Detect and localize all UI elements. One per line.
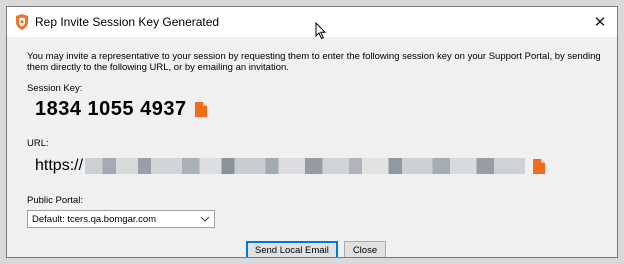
app-shield-icon <box>15 14 29 30</box>
copy-session-key-icon[interactable] <box>194 101 207 117</box>
rep-invite-dialog: Rep Invite Session Key Generated ✕ You m… <box>6 6 618 258</box>
url-value: https:// <box>35 157 84 174</box>
window-title: Rep Invite Session Key Generated <box>35 15 220 29</box>
close-button[interactable]: Close <box>343 241 387 257</box>
title-bar: Rep Invite Session Key Generated ✕ <box>7 7 617 40</box>
close-window-button[interactable]: ✕ <box>589 11 611 33</box>
url-row: https:// <box>27 155 597 177</box>
copy-url-icon[interactable] <box>533 158 546 174</box>
chevron-down-icon <box>200 214 210 224</box>
public-portal-label: Public Portal: <box>27 195 83 206</box>
button-bar: Send Local Email Close <box>7 241 617 257</box>
send-local-email-button[interactable]: Send Local Email <box>245 241 338 257</box>
intro-text: You may invite a representative to your … <box>27 51 601 73</box>
session-key-row: 1834 1055 4937 <box>27 96 597 122</box>
public-portal-select[interactable]: Default: tcers.qa.bomgar.com <box>27 210 215 228</box>
session-key-label: Session Key: <box>27 83 83 94</box>
redacted-url-blur <box>85 158 526 174</box>
public-portal-selected: Default: tcers.qa.bomgar.com <box>32 213 157 225</box>
dialog-content: You may invite a representative to your … <box>7 37 617 257</box>
url-label: URL: <box>27 138 49 149</box>
session-key-value: 1834 1055 4937 <box>35 97 187 120</box>
